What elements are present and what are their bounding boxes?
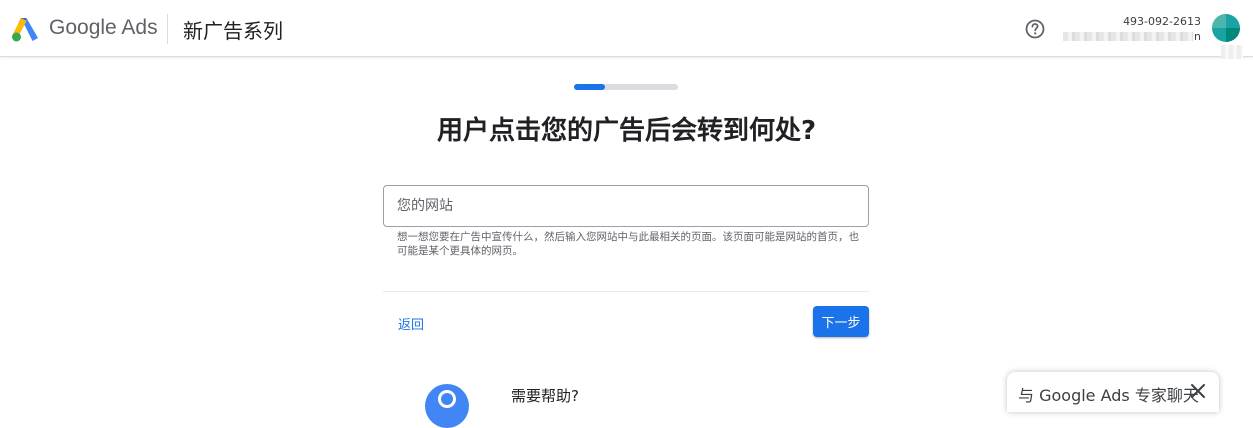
progress-bar-fill — [574, 84, 606, 90]
account-email[interactable]: n — [1063, 30, 1201, 43]
back-button[interactable]: 返回 — [398, 314, 424, 333]
avatar-redacted — [1221, 45, 1243, 59]
website-url-input[interactable] — [383, 185, 869, 227]
brand-name[interactable]: Google Ads — [49, 16, 158, 40]
page-title: 新广告系列 — [183, 19, 283, 43]
help-circle-icon[interactable] — [1025, 19, 1045, 39]
website-url-hint: 想一想您要在广告中宣传什么，然后输入您网站中与此最相关的页面。该页面可能是网站的… — [397, 231, 859, 257]
need-help-title: 需要帮助? — [511, 387, 579, 405]
avatar-pixel — [1226, 28, 1240, 42]
account-email-suffix: n — [1194, 30, 1201, 43]
header-divider — [167, 14, 168, 44]
step-question: 用户点击您的广告后会转到何处? — [436, 116, 817, 146]
close-icon[interactable] — [1189, 382, 1207, 400]
google-ads-logo-icon[interactable] — [12, 14, 40, 42]
expert-chat-label[interactable]: 与 Google Ads 专家聊天 — [1018, 382, 1199, 406]
avatar-pixel — [1212, 14, 1226, 28]
top-bar: Google Ads 新广告系列 493-092-2613 n — [0, 0, 1253, 59]
expert-chat-widget[interactable]: 与 Google Ads 专家聊天 — [1007, 372, 1219, 412]
help-illustration-glyph — [438, 390, 456, 408]
section-divider — [383, 291, 869, 292]
account-email-redacted — [1063, 32, 1193, 41]
next-button[interactable]: 下一步 — [813, 306, 869, 337]
account-id[interactable]: 493-092-2613 — [1123, 15, 1201, 28]
progress-bar — [574, 84, 678, 90]
avatar[interactable] — [1212, 14, 1240, 42]
